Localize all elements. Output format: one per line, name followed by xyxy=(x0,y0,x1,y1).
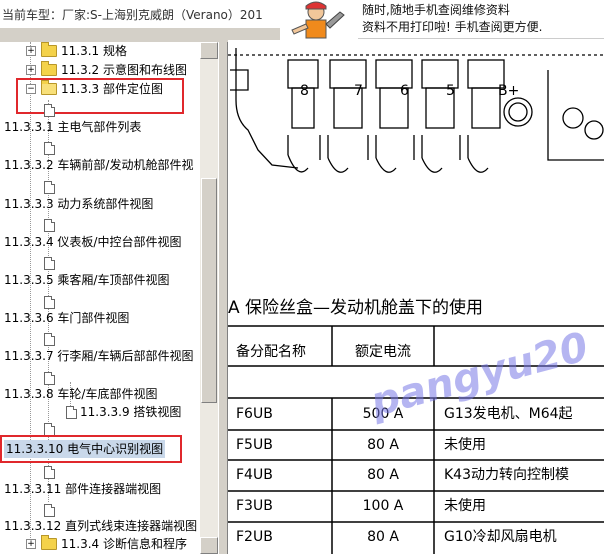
tree-item-11-3-3-1[interactable]: 11.3.3.1 主电气部件列表 xyxy=(4,118,141,136)
tree-item-label: 11.3.3.8 车轮/车底部件视图 xyxy=(4,387,158,401)
fuse-use: G10冷却风扇电机 xyxy=(444,529,557,545)
document-view: 8 7 6 5 B+ A 保险丝盒—发动机舱盖下的使用 备分配名称 额定电流 F… xyxy=(228,40,604,554)
tree-item-label: 11.3.3.11 部件连接器端视图 xyxy=(4,482,162,496)
scroll-down-button[interactable] xyxy=(200,537,218,554)
tree-item-label: 11.3.3.3 动力系统部件视图 xyxy=(4,197,154,211)
ad-banner[interactable]: 随时,随地手机查阅维修资料 资料不用打印啦! 手机查阅更方便. xyxy=(280,0,604,40)
fuse-name: F2UB xyxy=(236,529,273,545)
tree-item-label: 11.3.4 诊断信息和程序 xyxy=(61,537,187,551)
tree-scrollbar[interactable] xyxy=(200,42,218,554)
folder-icon xyxy=(41,535,57,550)
fuse-rating: 80 A xyxy=(367,529,399,545)
window-title: 当前车型：厂家:S-上海别克威朗（Verano）201 xyxy=(2,8,263,22)
tree-item-label: 11.3.3.9 搭铁视图 xyxy=(80,405,182,419)
expand-plus-icon[interactable]: + xyxy=(26,539,36,549)
document-icon xyxy=(44,296,55,309)
fuse-name: F5UB xyxy=(236,437,273,453)
document-icon xyxy=(44,372,55,385)
document-icon xyxy=(44,104,55,117)
folder-icon xyxy=(41,61,57,76)
fuse-name: F3UB xyxy=(236,498,273,514)
fuse-name: F6UB xyxy=(236,406,273,422)
tree-item-11-3-3-2[interactable]: 11.3.3.2 车辆前部/发动机舱部件视 xyxy=(4,156,193,174)
tree-item-11-3-3-12[interactable]: 11.3.3.12 直列式线束连接器端视图 xyxy=(4,517,197,535)
expand-plus-icon[interactable]: + xyxy=(26,46,36,56)
document-icon xyxy=(44,257,55,270)
toc-tree[interactable]: + 11.3.1 规格 + 11.3.2 示意图和布线图 − 11.3.3 部件… xyxy=(0,42,200,554)
table-header-name: 备分配名称 xyxy=(236,344,306,360)
document-icon xyxy=(44,181,55,194)
scroll-up-button[interactable] xyxy=(200,42,218,59)
fuse-name: F4UB xyxy=(236,467,273,483)
tree-item-11-3-3-8[interactable]: 11.3.3.8 车轮/车底部件视图 xyxy=(4,385,157,403)
tree-item-11-3-3-5[interactable]: 11.3.3.5 乘客厢/车顶部件视图 xyxy=(4,271,169,289)
highlight-box xyxy=(16,78,184,114)
tree-item-label: 11.3.3.6 车门部件视图 xyxy=(4,311,130,325)
mechanic-cartoon-icon xyxy=(282,0,352,40)
expand-plus-icon[interactable]: + xyxy=(26,65,36,75)
document-icon xyxy=(44,333,55,346)
tree-item-label: 11.3.3.5 乘客厢/车顶部件视图 xyxy=(4,273,170,287)
banner-line-1: 随时,随地手机查阅维修资料 xyxy=(362,3,510,17)
toolbar-strip xyxy=(0,28,222,43)
fuse-use: K43动力转向控制模 xyxy=(444,467,569,483)
table-header-rating: 额定电流 xyxy=(355,344,411,360)
tree-item-11-3-3-3[interactable]: 11.3.3.3 动力系统部件视图 xyxy=(4,195,153,213)
pane-splitter[interactable] xyxy=(218,42,228,554)
fuse-use: 未使用 xyxy=(444,498,486,514)
tree-item-11-3-3-6[interactable]: 11.3.3.6 车门部件视图 xyxy=(4,309,129,327)
tree-item-11-3-1[interactable]: + 11.3.1 规格 xyxy=(0,42,200,60)
fuse-rating: 80 A xyxy=(367,467,399,483)
tree-item-label: 11.3.1 规格 xyxy=(61,44,127,58)
document-icon xyxy=(44,504,55,517)
document-icon xyxy=(66,406,77,419)
tree-item-11-3-3-4[interactable]: 11.3.3.4 仪表板/中控台部件视图 xyxy=(4,233,181,251)
tree-item-label: 11.3.2 示意图和布线图 xyxy=(61,63,187,77)
banner-line-2: 资料不用打印啦! 手机查阅更方便. xyxy=(362,20,543,34)
document-icon xyxy=(44,219,55,232)
document-icon xyxy=(44,142,55,155)
tree-item-11-3-2[interactable]: + 11.3.2 示意图和布线图 xyxy=(0,61,200,79)
banner-text-box: 随时,随地手机查阅维修资料 资料不用打印啦! 手机查阅更方便. xyxy=(358,0,604,39)
tree-item-label: 11.3.3.7 行李厢/车辆后部部件视图 xyxy=(4,349,194,363)
tree-item-11-3-3-11[interactable]: 11.3.3.11 部件连接器端视图 xyxy=(4,480,161,498)
fuse-use: 未使用 xyxy=(444,437,486,453)
tree-item-label: 11.3.3.1 主电气部件列表 xyxy=(4,120,142,134)
folder-icon xyxy=(41,42,57,57)
window-title-bar: 当前车型：厂家:S-上海别克威朗（Verano）201 xyxy=(0,0,290,28)
document-icon xyxy=(44,466,55,479)
tree-connector-line xyxy=(30,42,31,542)
fuse-rating: 80 A xyxy=(367,437,399,453)
fuse-use: G13发电机、M64起 xyxy=(444,406,573,422)
scroll-thumb[interactable] xyxy=(201,178,217,403)
tree-item-label: 11.3.3.12 直列式线束连接器端视图 xyxy=(4,519,198,533)
tree-item-11-3-4[interactable]: + 11.3.4 诊断信息和程序 xyxy=(0,535,200,553)
fuse-rating: 100 A xyxy=(362,498,404,514)
tree-item-label: 11.3.3.2 车辆前部/发动机舱部件视 xyxy=(4,158,194,172)
highlight-box xyxy=(0,435,182,463)
tree-item-11-3-3-9[interactable]: 11.3.3.9 搭铁视图 xyxy=(80,403,181,421)
tree-item-label: 11.3.3.4 仪表板/中控台部件视图 xyxy=(4,235,182,249)
tree-item-11-3-3-7[interactable]: 11.3.3.7 行李厢/车辆后部部件视图 xyxy=(4,347,193,365)
